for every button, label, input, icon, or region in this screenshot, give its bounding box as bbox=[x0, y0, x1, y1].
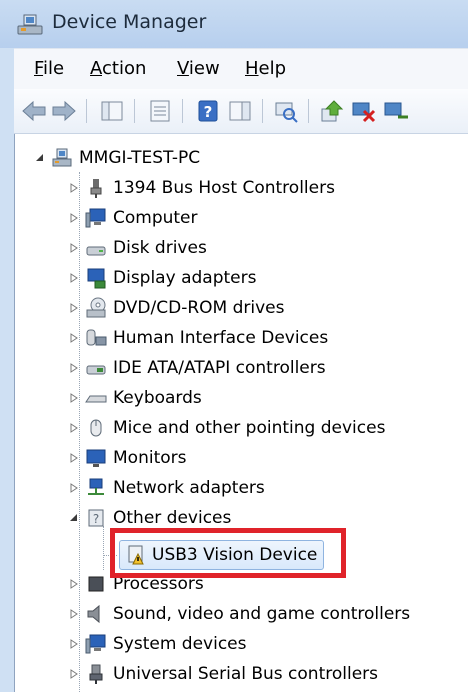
tree-item-ide[interactable]: IDE ATA/ATAPI controllers bbox=[69, 354, 326, 382]
expand-arrow-icon[interactable] bbox=[69, 333, 79, 343]
show-hide-console-tree-icon[interactable] bbox=[98, 97, 126, 125]
tree-item-sound[interactable]: Sound, video and game controllers bbox=[69, 600, 410, 628]
ide-controller-icon bbox=[86, 365, 106, 375]
menu-file[interactable]: File bbox=[34, 58, 64, 79]
category-label: Monitors bbox=[113, 448, 187, 468]
category-label: System devices bbox=[113, 634, 247, 654]
expand-arrow-icon[interactable] bbox=[69, 483, 79, 493]
expand-arrow-icon[interactable] bbox=[69, 363, 79, 373]
sound-icon bbox=[87, 604, 100, 624]
expand-arrow-icon[interactable] bbox=[69, 273, 79, 283]
tree-item-display-adapters[interactable]: Display adapters bbox=[69, 264, 256, 292]
expand-arrow-icon[interactable] bbox=[69, 639, 79, 649]
expand-arrow-icon[interactable] bbox=[69, 393, 79, 403]
category-label: IDE ATA/ATAPI controllers bbox=[113, 358, 326, 378]
tree-item-keyboards[interactable]: Keyboards bbox=[69, 384, 202, 412]
mouse-icon bbox=[90, 419, 102, 437]
menu-action[interactable]: Action bbox=[90, 58, 146, 79]
red-highlight-box bbox=[110, 528, 346, 578]
computer-network-icon bbox=[52, 148, 72, 167]
tree-item-computer[interactable]: Computer bbox=[69, 204, 198, 232]
category-label: Network adapters bbox=[113, 478, 265, 498]
update-driver-icon[interactable] bbox=[318, 97, 346, 125]
back-icon[interactable] bbox=[20, 97, 48, 125]
disable-device-icon[interactable] bbox=[350, 97, 378, 125]
keyboard-icon bbox=[85, 395, 107, 403]
tree-item-network[interactable]: Network adapters bbox=[69, 474, 265, 502]
tree-item-1394[interactable]: 1394 Bus Host Controllers bbox=[69, 174, 335, 202]
expand-arrow-icon[interactable] bbox=[69, 423, 79, 433]
menu-view[interactable]: View bbox=[177, 58, 220, 79]
tree-item-hid[interactable]: Human Interface Devices bbox=[69, 324, 328, 352]
toolbar: ? bbox=[14, 89, 468, 134]
1394-icon bbox=[90, 179, 102, 198]
device-manager-window: Device Manager File Action View Help ? M… bbox=[0, 0, 468, 692]
expand-arrow-icon[interactable] bbox=[69, 183, 79, 193]
computer-icon bbox=[85, 208, 106, 228]
category-label: Universal Serial Bus controllers bbox=[113, 664, 379, 684]
tree-item-system-devices[interactable]: System devices bbox=[69, 630, 247, 658]
expand-arrow-icon[interactable] bbox=[69, 213, 79, 223]
menu-help[interactable]: Help bbox=[245, 58, 286, 79]
tree-root-label: MMGI-TEST-PC bbox=[79, 148, 201, 168]
tree-item-dvd-drives[interactable]: DVD/CD-ROM drives bbox=[69, 294, 284, 322]
help-icon[interactable]: ? bbox=[194, 97, 222, 125]
svg-text:?: ? bbox=[93, 512, 99, 526]
tree-connector-line bbox=[103, 526, 104, 570]
collapse-arrow-icon[interactable] bbox=[69, 513, 79, 523]
category-label: Human Interface Devices bbox=[113, 328, 329, 348]
window-title: Device Manager bbox=[52, 11, 207, 33]
system-devices-icon bbox=[85, 634, 106, 654]
toolbar-separator bbox=[262, 99, 263, 123]
category-label: 1394 Bus Host Controllers bbox=[113, 178, 335, 198]
expand-arrow-icon[interactable] bbox=[69, 669, 79, 679]
tree-item-monitors[interactable]: Monitors bbox=[69, 444, 186, 472]
toolbar-separator bbox=[134, 99, 135, 123]
device-tree[interactable]: MMGI-TEST-PC 1394 Bus Host Controllers C… bbox=[14, 134, 468, 692]
action-pane-icon[interactable] bbox=[226, 97, 254, 125]
other-devices-icon: ? bbox=[88, 509, 104, 527]
title-bar[interactable]: Device Manager bbox=[0, 0, 468, 48]
display-adapter-icon bbox=[87, 268, 106, 289]
svg-text:?: ? bbox=[204, 103, 213, 121]
category-label: Other devices bbox=[113, 508, 232, 528]
expand-arrow-icon[interactable] bbox=[69, 243, 79, 253]
expand-arrow-icon[interactable] bbox=[69, 609, 79, 619]
category-label: Disk drives bbox=[113, 238, 207, 258]
disk-drive-icon bbox=[86, 246, 106, 256]
properties-icon[interactable] bbox=[146, 97, 174, 125]
toolbar-separator bbox=[308, 99, 309, 123]
category-label: Sound, video and game controllers bbox=[113, 604, 411, 624]
expand-arrow-icon[interactable] bbox=[69, 303, 79, 313]
network-adapter-icon bbox=[88, 478, 104, 495]
forward-icon[interactable] bbox=[50, 97, 78, 125]
menu-bar: File Action View Help bbox=[14, 48, 468, 89]
processor-icon bbox=[88, 576, 104, 592]
tree-item-mice[interactable]: Mice and other pointing devices bbox=[69, 414, 385, 442]
monitor-icon bbox=[86, 449, 106, 467]
usb-icon bbox=[89, 664, 103, 684]
tree-item-usb-controllers[interactable]: Universal Serial Bus controllers bbox=[69, 660, 378, 688]
category-label: Display adapters bbox=[113, 268, 257, 288]
expand-arrow-icon[interactable] bbox=[69, 579, 79, 589]
category-label: Computer bbox=[113, 208, 198, 228]
category-label: DVD/CD-ROM drives bbox=[113, 298, 285, 318]
toolbar-separator bbox=[182, 99, 183, 123]
category-label: Mice and other pointing devices bbox=[113, 418, 386, 438]
tree-item-disk-drives[interactable]: Disk drives bbox=[69, 234, 207, 262]
dvd-drive-icon bbox=[86, 297, 106, 318]
device-manager-icon bbox=[17, 14, 43, 35]
scan-hardware-icon[interactable] bbox=[272, 97, 300, 125]
expand-arrow-icon[interactable] bbox=[69, 453, 79, 463]
category-label: Keyboards bbox=[113, 388, 202, 408]
hid-icon bbox=[86, 329, 107, 346]
toolbar-separator bbox=[86, 99, 87, 123]
uninstall-device-icon[interactable] bbox=[382, 97, 410, 125]
tree-root-computer[interactable]: MMGI-TEST-PC bbox=[35, 144, 200, 172]
collapse-arrow-icon[interactable] bbox=[35, 153, 45, 163]
